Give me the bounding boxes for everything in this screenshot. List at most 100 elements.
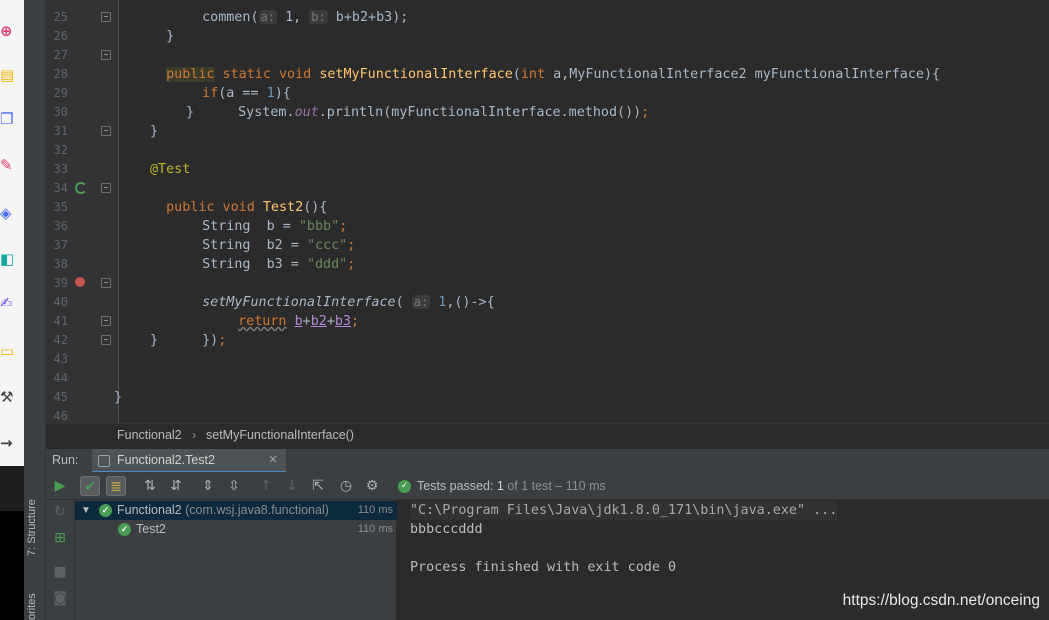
semicolon: ; bbox=[347, 257, 356, 272]
close-tab-button[interactable]: × bbox=[268, 452, 278, 466]
stop-icon[interactable]: ■ bbox=[50, 562, 70, 582]
history-icon[interactable]: ◷ bbox=[336, 476, 356, 496]
captured-variable: b2 bbox=[310, 314, 327, 329]
console-line-output: bbbcccddd bbox=[410, 522, 483, 537]
code-line-42: } bbox=[150, 331, 158, 350]
status-duration: 110 ms bbox=[565, 479, 606, 493]
sign-icon[interactable]: ✍ bbox=[0, 294, 14, 312]
line-number: 26 bbox=[53, 29, 68, 43]
run-tab-label: Functional2.Test2 bbox=[117, 453, 215, 467]
code-line-25: commen(a: 1, b: b+b2+b3); bbox=[186, 0, 408, 27]
tree-row-suite[interactable]: ▼ ✓ Functional2 (com.wsj.java8.functiona… bbox=[75, 501, 397, 520]
string-literal: "ddd" bbox=[306, 257, 348, 272]
breadcrumb-method[interactable]: setMyFunctionalInterface() bbox=[206, 428, 354, 442]
shield-icon[interactable]: ◈ bbox=[0, 204, 14, 222]
suite-time: 110 ms bbox=[357, 504, 393, 516]
note-icon[interactable]: ▤ bbox=[0, 66, 14, 84]
external-app-strip: ⊕ ▤ ❐ ✎ ◈ ◧ ✍ ▭ ⚒ → bbox=[0, 0, 24, 466]
fold-marker[interactable] bbox=[101, 335, 111, 345]
code-token: } bbox=[150, 333, 159, 348]
expand-all-icon[interactable]: ⇕ bbox=[198, 476, 218, 496]
collapse-all-icon[interactable]: ⇳ bbox=[224, 476, 244, 496]
external-app-dark-area bbox=[0, 466, 24, 620]
folder-icon[interactable]: ▭ bbox=[0, 342, 14, 360]
line-number: 35 bbox=[53, 200, 68, 214]
fold-marker[interactable] bbox=[101, 316, 111, 326]
fold-marker[interactable] bbox=[101, 278, 111, 288]
structure-tab[interactable]: 7: Structure bbox=[26, 486, 44, 556]
camera-icon[interactable]: ◙ bbox=[50, 588, 70, 608]
next-failed-icon[interactable]: ↓ bbox=[282, 476, 302, 496]
rerun-failed-icon[interactable]: ↻ bbox=[50, 502, 70, 522]
status-count: 1 bbox=[496, 479, 504, 493]
fold-marker[interactable] bbox=[101, 183, 111, 193]
console-output[interactable]: "C:\Program Files\Java\jdk1.8.0_171\bin\… bbox=[397, 500, 1049, 620]
sort-alpha-icon[interactable]: ⇅ bbox=[140, 476, 160, 496]
status-middle: of 1 test – bbox=[503, 479, 566, 493]
code-token: .println(myFunctionalInterface.method()) bbox=[318, 105, 642, 120]
line-number: 28 bbox=[53, 67, 68, 81]
run-test-icon[interactable] bbox=[75, 182, 87, 194]
line-number: 31 bbox=[53, 124, 68, 138]
run-tab-bar: Run: Functional2.Test2 × bbox=[46, 448, 1049, 473]
code-token: } bbox=[186, 105, 195, 120]
line-number: 43 bbox=[53, 352, 68, 366]
suite-package: (com.wsj.java8.functional) bbox=[181, 503, 329, 517]
operator: + bbox=[326, 314, 335, 329]
line-number: 27 bbox=[53, 48, 68, 62]
code-token: ,()->{ bbox=[446, 295, 495, 310]
favorites-tab-label: orites bbox=[26, 593, 38, 620]
code-token: a,MyFunctionalInterface2 myFunctionalInt… bbox=[545, 67, 941, 82]
code-line-25b: } bbox=[150, 8, 174, 46]
line-number: 30 bbox=[53, 105, 68, 119]
export-icon[interactable]: ⇱ bbox=[308, 476, 328, 496]
settings-icon[interactable]: ⚙ bbox=[362, 476, 382, 496]
wrench-icon[interactable]: ⚒ bbox=[0, 388, 14, 406]
suite-class: Functional2 bbox=[117, 503, 182, 517]
prev-failed-icon[interactable]: ↑ bbox=[256, 476, 276, 496]
test-name: Test2 bbox=[136, 522, 166, 536]
fold-marker[interactable] bbox=[101, 126, 111, 136]
favorites-tab[interactable]: orites bbox=[26, 586, 44, 620]
line-number: 41 bbox=[53, 314, 68, 328]
code-token: b+b2+b3); bbox=[327, 10, 409, 25]
breadcrumb-class[interactable]: Functional2 bbox=[117, 428, 182, 442]
run-tab[interactable]: Functional2.Test2 × bbox=[92, 449, 286, 473]
structure-tab-label: 7: Structure bbox=[26, 499, 38, 556]
run-icon[interactable]: ▶ bbox=[50, 476, 70, 496]
tree-row-test[interactable]: ✓ Test2 110 ms bbox=[75, 520, 397, 539]
tool-window-strip: 7: Structure orites bbox=[24, 0, 46, 620]
code-token: } bbox=[166, 29, 175, 44]
line-number: 25 bbox=[53, 10, 68, 24]
code-token: } bbox=[114, 390, 123, 405]
tests-passed-icon: ✓ bbox=[398, 480, 411, 493]
semicolon: ; bbox=[218, 333, 227, 348]
code-token: } bbox=[150, 124, 159, 139]
fold-marker[interactable] bbox=[101, 50, 111, 60]
line-number: 36 bbox=[53, 219, 68, 233]
line-number: 40 bbox=[53, 295, 68, 309]
add-user-icon[interactable]: ⊕ bbox=[0, 22, 14, 40]
pen-icon[interactable]: ✎ bbox=[0, 156, 14, 174]
code-line-45: } bbox=[114, 388, 122, 407]
fold-marker[interactable] bbox=[101, 12, 111, 22]
arrow-right-icon[interactable]: → bbox=[0, 434, 14, 452]
show-passed-icon[interactable]: ✔ bbox=[80, 476, 100, 496]
static-field: out bbox=[294, 105, 319, 120]
line-number: 37 bbox=[53, 238, 68, 252]
suite-name: Functional2 (com.wsj.java8.functional) bbox=[117, 501, 329, 520]
copy-icon[interactable]: ❐ bbox=[0, 110, 14, 128]
expand-arrow-icon[interactable]: ▼ bbox=[81, 501, 91, 520]
show-ignored-icon[interactable]: ≣ bbox=[106, 476, 126, 496]
keyword-int: int bbox=[520, 67, 546, 82]
line-number: 38 bbox=[53, 257, 68, 271]
annotation: @Test bbox=[150, 162, 191, 177]
param-hint: a: bbox=[411, 295, 431, 309]
toggle-autotest-icon[interactable]: ⊞ bbox=[50, 528, 70, 548]
sort-duration-icon[interactable]: ⇵ bbox=[166, 476, 186, 496]
method-declaration: setMyFunctionalInterface bbox=[319, 67, 513, 82]
breadcrumb: Functional2 › setMyFunctionalInterface() bbox=[46, 423, 1049, 447]
share-icon[interactable]: ◧ bbox=[0, 250, 14, 268]
lambda-breakpoint-icon[interactable] bbox=[75, 277, 85, 287]
